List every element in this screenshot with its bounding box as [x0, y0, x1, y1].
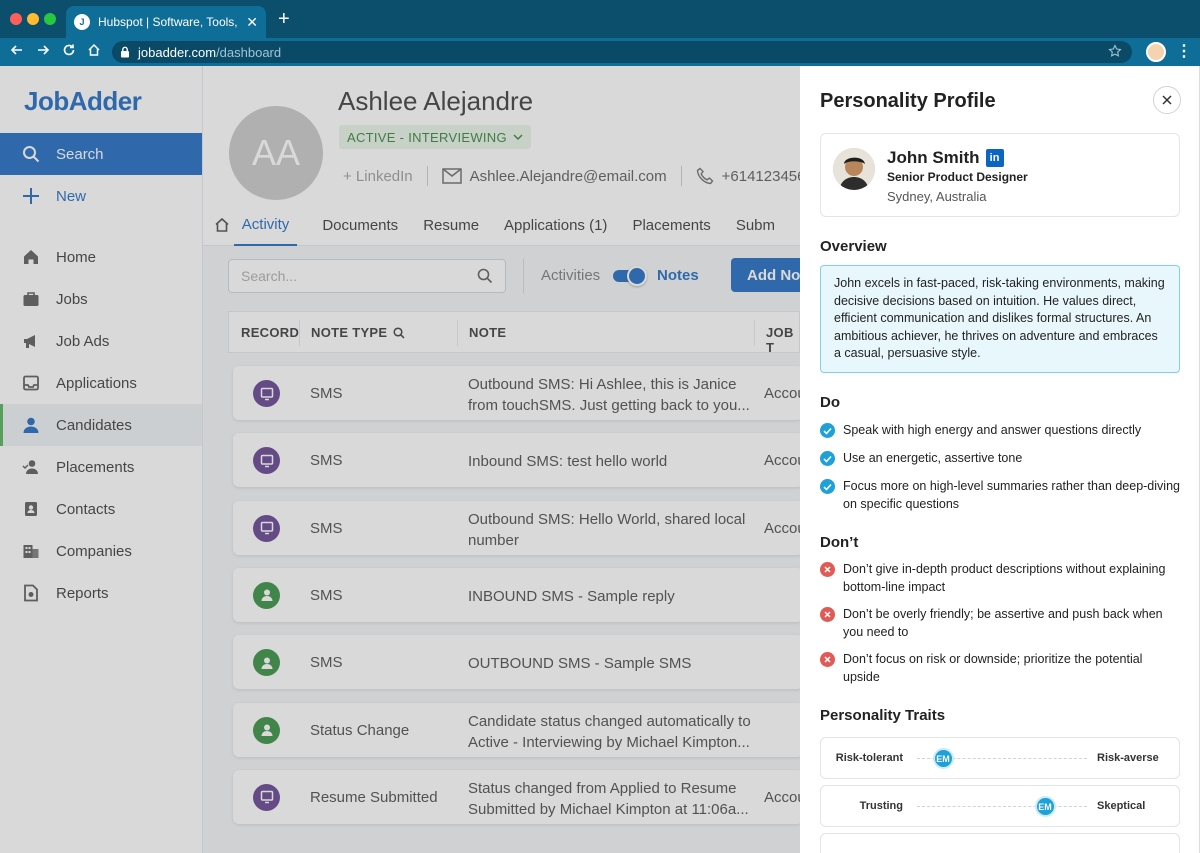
- maximize-window-button[interactable]: [44, 13, 56, 25]
- do-item: Speak with high energy and answer questi…: [820, 422, 1182, 440]
- browser-tabstrip: J Hubspot | Software, Tools, Re... ✕ +: [0, 0, 1200, 38]
- url-domain: jobadder.com: [138, 44, 217, 60]
- check-circle-icon: [820, 451, 835, 466]
- back-icon[interactable]: [10, 43, 24, 57]
- new-tab-button[interactable]: +: [278, 9, 290, 29]
- do-heading: Do: [820, 394, 840, 411]
- browser-chrome: J Hubspot | Software, Tools, Re... ✕ + j…: [0, 0, 1200, 66]
- forward-icon[interactable]: [36, 43, 50, 57]
- trait-left-label: Risk-tolerant: [835, 752, 903, 764]
- person-name: John Smith: [887, 148, 980, 167]
- person-card: John Smith in Senior Product Designer Sy…: [820, 133, 1180, 217]
- panel-close-button[interactable]: [1153, 86, 1181, 114]
- person-name-row: John Smith in: [887, 148, 1004, 168]
- home-browser-icon[interactable]: [87, 43, 101, 57]
- x-circle-icon: [820, 562, 835, 577]
- browser-menu-icon[interactable]: ⋮: [1176, 41, 1192, 61]
- tab-close-icon[interactable]: ✕: [246, 14, 258, 31]
- trait-right-label: Risk-averse: [1097, 752, 1159, 764]
- address-bar[interactable]: jobadder.com/dashboard: [112, 41, 1132, 63]
- trait-right-label: Skeptical: [1097, 800, 1146, 812]
- personality-profile-panel: Personality Profile John Smith in Senior…: [800, 66, 1200, 853]
- dont-item-text: Don’t give in-depth product descriptions…: [843, 562, 1166, 594]
- url-path: /dashboard: [216, 44, 282, 60]
- trait-row: Risk-tolerant EM Risk-averse: [820, 737, 1180, 779]
- traits-heading: Personality Traits: [820, 707, 946, 724]
- dont-heading: Don’t: [820, 534, 859, 551]
- trait-marker-avatar[interactable]: EM: [932, 748, 954, 769]
- dont-item-text: Don’t focus on risk or downside; priorit…: [843, 652, 1143, 684]
- modal-backdrop[interactable]: [0, 66, 800, 853]
- browser-toolbar: jobadder.com/dashboard ⋮: [0, 38, 1200, 66]
- overview-heading: Overview: [820, 238, 887, 255]
- trait-left-label: Trusting: [859, 800, 903, 812]
- close-window-button[interactable]: [10, 13, 22, 25]
- bookmark-star-icon[interactable]: [1108, 44, 1122, 58]
- tab-favicon-icon: J: [74, 14, 90, 30]
- dont-item: Don’t focus on risk or downside; priorit…: [820, 651, 1182, 686]
- browser-tab[interactable]: J Hubspot | Software, Tools, Re... ✕: [66, 6, 266, 38]
- person-location: Sydney, Australia: [887, 189, 987, 204]
- tab-title: Hubspot | Software, Tools, Re...: [98, 15, 240, 29]
- check-circle-icon: [820, 479, 835, 494]
- do-item-text: Focus more on high-level summaries rathe…: [843, 479, 1180, 511]
- check-circle-icon: [820, 423, 835, 438]
- trait-track: [917, 806, 1087, 807]
- browser-profile-avatar[interactable]: [1146, 42, 1166, 62]
- x-circle-icon: [820, 607, 835, 622]
- do-item: Focus more on high-level summaries rathe…: [820, 478, 1182, 513]
- trait-row-partial: [820, 833, 1180, 853]
- reload-icon[interactable]: [62, 43, 76, 57]
- dont-item: Don’t give in-depth product descriptions…: [820, 561, 1182, 596]
- do-item: Use an energetic, assertive tone: [820, 450, 1182, 468]
- overview-text: John excels in fast-paced, risk-taking e…: [820, 265, 1180, 373]
- person-role: Senior Product Designer: [887, 170, 1028, 184]
- close-icon: [1162, 95, 1172, 105]
- do-item-text: Use an energetic, assertive tone: [843, 451, 1023, 465]
- trait-row: Trusting EM Skeptical: [820, 785, 1180, 827]
- person-avatar: [833, 148, 875, 190]
- dont-item: Don’t be overly friendly; be assertive a…: [820, 606, 1182, 641]
- linkedin-icon[interactable]: in: [985, 149, 1004, 167]
- panel-title: Personality Profile: [820, 90, 996, 112]
- do-item-text: Speak with high energy and answer questi…: [843, 423, 1142, 437]
- x-circle-icon: [820, 652, 835, 667]
- trait-marker-avatar[interactable]: EM: [1034, 796, 1056, 817]
- lock-icon: [120, 46, 130, 58]
- minimize-window-button[interactable]: [27, 13, 39, 25]
- dont-item-text: Don’t be overly friendly; be assertive a…: [843, 607, 1163, 639]
